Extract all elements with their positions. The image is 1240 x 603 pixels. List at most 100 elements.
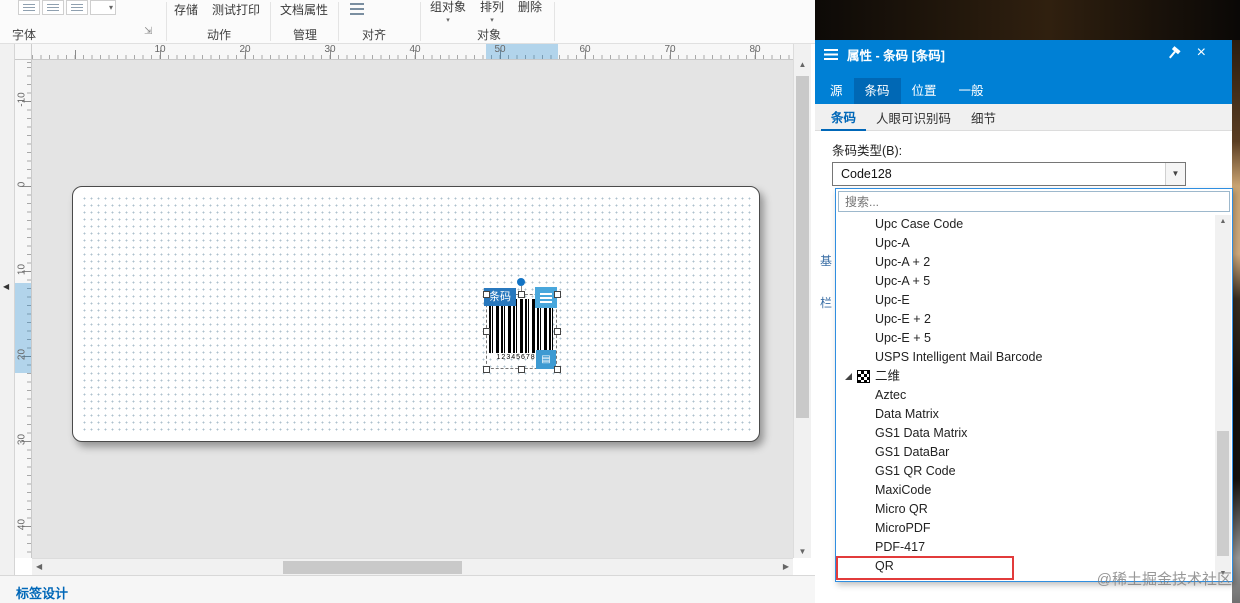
panel-tab-位置[interactable]: 位置 [901, 78, 948, 104]
canvas-horizontal-scrollbar[interactable]: ◀ ▶ [32, 558, 793, 575]
toolbar-separator [166, 2, 167, 41]
search-input[interactable] [838, 191, 1230, 212]
barcode-type-label: 条码类型(B): [832, 144, 903, 158]
qr-group-icon [857, 370, 870, 383]
scroll-left-icon[interactable]: ◀ [36, 562, 42, 571]
ruler-corner [15, 44, 32, 60]
ribbon-button-删除[interactable]: 删除 [518, 1, 542, 27]
pin-icon[interactable] [1163, 44, 1183, 64]
vertical-ruler: -10 0 10 20 30 40 [15, 60, 32, 558]
selection-handle[interactable] [554, 366, 561, 373]
toolbar-separator [420, 2, 421, 41]
barcode-type-item[interactable]: Aztec [837, 386, 1217, 405]
selection-handle[interactable] [554, 291, 561, 298]
panel-subtab-细节[interactable]: 细节 [961, 104, 1006, 130]
design-canvas[interactable]: 1234567890 条码 ▤ [32, 60, 793, 558]
ribbon-toolbar: ▾ 字体 ⇲ 存储 测试打印 动作 文档属性 管理 对齐 组对象 ▾ 排列 ▾ 删除 对象 [0, 0, 815, 44]
ribbon-button-组对象[interactable]: 组对象 ▾ [430, 1, 466, 27]
left-collapsed-panel[interactable]: ◀ [0, 44, 15, 575]
selection-handle[interactable] [518, 366, 525, 373]
barcode-type-item[interactable]: USPS Intelligent Mail Barcode [837, 348, 1217, 367]
align-center-icon[interactable] [42, 0, 64, 15]
ribbon-button-文档属性[interactable]: 文档属性 [280, 1, 328, 18]
barcode-type-item[interactable]: Data Matrix [837, 405, 1217, 424]
barcode-type-item[interactable]: Upc-A + 5 [837, 272, 1217, 291]
selection-handle[interactable] [483, 328, 490, 335]
dialog-launcher-icon[interactable]: ⇲ [144, 26, 152, 37]
watermark: @稀土掘金技术社区 [1096, 571, 1232, 588]
barcode-type-item[interactable]: GS1 Data Matrix [837, 424, 1217, 443]
qr-highlight-box [836, 556, 1014, 580]
scrollbar-thumb[interactable] [283, 561, 462, 574]
search-box [838, 191, 1230, 212]
ribbon-button-排列[interactable]: 排列 ▾ [480, 1, 504, 27]
ruler-number: 50 [494, 44, 506, 55]
tree-expand-icon[interactable] [845, 373, 852, 380]
label-sheet[interactable] [72, 186, 760, 442]
barcode-type-item[interactable]: Upc-A [837, 234, 1217, 253]
bars-icon [71, 3, 83, 12]
selection-handle[interactable] [483, 291, 490, 298]
scroll-right-icon[interactable]: ▶ [783, 562, 789, 571]
scroll-up-icon[interactable]: ▲ [794, 60, 811, 69]
ribbon-button-测试打印[interactable]: 测试打印 [212, 1, 260, 18]
object-data-button[interactable]: ▤ [536, 350, 556, 369]
panel-subtab-人眼可识别码[interactable]: 人眼可识别码 [866, 104, 961, 130]
scroll-up-icon[interactable]: ▲ [1215, 218, 1231, 225]
ruler-number: 40 [16, 518, 28, 531]
bars-icon [47, 3, 59, 12]
align-objects-icon[interactable] [350, 3, 364, 15]
align-group-label: 对齐 [362, 28, 387, 42]
panel-tab-条码[interactable]: 条码 [853, 78, 901, 104]
chevron-down-icon: ▾ [446, 17, 450, 24]
barcode-type-item[interactable]: Upc Case Code [837, 215, 1217, 234]
close-icon[interactable]: × [1197, 44, 1206, 62]
side-tab-fragment: 基 [820, 254, 833, 268]
align-right-icon[interactable] [66, 0, 88, 15]
selection-handle[interactable] [518, 291, 525, 298]
barcode-type-item[interactable]: MicroPDF [837, 519, 1217, 538]
ruler-number: 10 [154, 44, 166, 55]
ribbon-button-存储[interactable]: 存储 [174, 1, 198, 18]
toolbar-separator [554, 2, 555, 41]
dropdown-scrollbar[interactable]: ▲ ▼ [1215, 215, 1231, 580]
panel-tab-源[interactable]: 源 [819, 78, 854, 104]
panel-tab-一般[interactable]: 一般 [948, 78, 995, 104]
barcode-type-item[interactable]: Micro QR [837, 500, 1217, 519]
desktop-background-edge [1232, 40, 1240, 603]
scrollbar-thumb[interactable] [796, 76, 809, 418]
chevron-down-icon[interactable]: ▼ [1165, 163, 1185, 185]
app-window: ▾ 字体 ⇲ 存储 测试打印 动作 文档属性 管理 对齐 组对象 ▾ 排列 ▾ 删除 对象… [0, 0, 1240, 603]
tab-label-design[interactable]: 标签设计 [16, 583, 68, 603]
canvas-vertical-scrollbar[interactable]: ▲ ▼ [793, 44, 811, 558]
barcode-type-item[interactable]: PDF-417 [837, 538, 1217, 557]
barcode-type-item[interactable]: Upc-E + 2 [837, 310, 1217, 329]
selection-handle[interactable] [483, 366, 490, 373]
barcode-type-item[interactable]: GS1 QR Code [837, 462, 1217, 481]
panel-menu-icon[interactable] [824, 48, 838, 60]
font-style-dropdown[interactable]: ▾ [90, 0, 116, 15]
scroll-down-icon[interactable]: ▼ [794, 547, 811, 556]
hamburger-icon [540, 292, 552, 303]
collapse-arrow-icon[interactable]: ◀ [3, 282, 9, 291]
align-left-icon[interactable] [18, 0, 40, 15]
ruler-number: 70 [664, 44, 676, 55]
font-group-label: 字体 [12, 28, 37, 42]
manage-group-label: 管理 [293, 28, 318, 42]
barcode-type-item[interactable]: MaxiCode [837, 481, 1217, 500]
barcode-type-item[interactable]: Upc-E [837, 291, 1217, 310]
barcode-type-item[interactable]: Upc-E + 5 [837, 329, 1217, 348]
bars-icon [23, 3, 35, 12]
selection-handle[interactable] [554, 328, 561, 335]
panel-subtab-条码[interactable]: 条码 [821, 103, 867, 131]
object-group-label: 对象 [477, 28, 502, 42]
barcode-type-group[interactable]: 二维 [837, 367, 1217, 386]
barcode-type-list: Upc Case Code Upc-A Upc-A + 2 Upc-A + 5 Upc-… [837, 215, 1217, 576]
barcode-type-combobox[interactable]: Code128 ▼ [832, 162, 1186, 186]
barcode-type-item[interactable]: GS1 DataBar [837, 443, 1217, 462]
scrollbar-thumb[interactable] [1217, 431, 1229, 556]
barcode-type-value: Code128 [841, 167, 892, 181]
barcode-type-dropdown: Upc Case CodeUpc-AUpc-A + 2Upc-A + 5Upc-… [835, 188, 1233, 582]
rotation-handle[interactable] [517, 278, 525, 286]
barcode-type-item[interactable]: Upc-A + 2 [837, 253, 1217, 272]
